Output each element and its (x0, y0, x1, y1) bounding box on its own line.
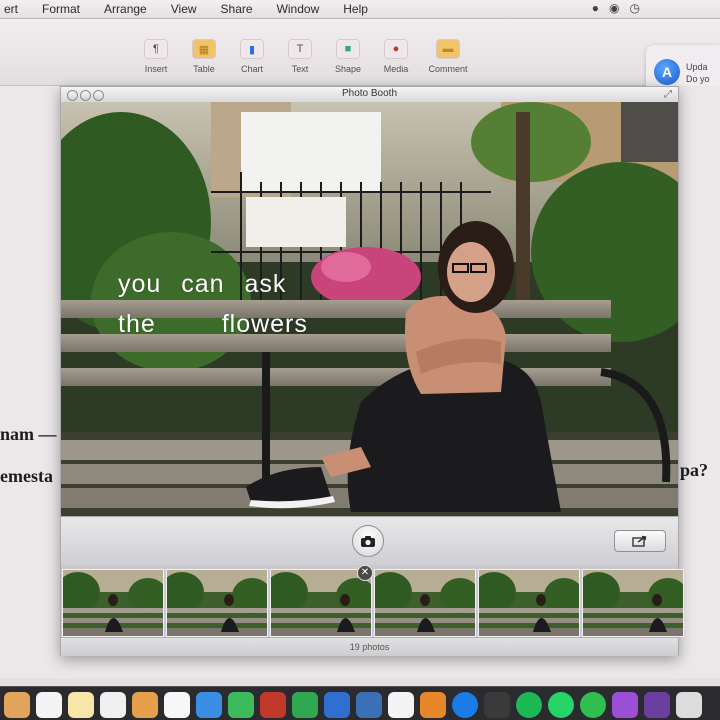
music-icon[interactable] (388, 692, 414, 718)
notification-body: Do yo (686, 74, 710, 84)
window-title: Photo Booth (341, 88, 398, 99)
books-icon[interactable] (420, 692, 446, 718)
media-button[interactable]: ● Media (374, 39, 418, 74)
reminders-icon[interactable] (100, 692, 126, 718)
window-titlebar[interactable]: Photo Booth ⤢ (61, 87, 678, 103)
menu-share[interactable]: Share (221, 2, 253, 16)
comment-button[interactable]: ▬ Comment (424, 39, 472, 74)
delete-photo-icon[interactable]: ✕ (357, 565, 373, 581)
share-button[interactable] (614, 530, 666, 552)
preview-icon[interactable] (4, 692, 30, 718)
chart-icon: ▮ (240, 39, 264, 59)
media-label: Media (383, 64, 409, 74)
pages-toolbar: ¶ Insert ▦ Table ▮ Chart T Text ■ Shape … (0, 19, 720, 101)
facetime-icon[interactable] (228, 692, 254, 718)
menubar-status-icon-3[interactable]: ◷ (630, 1, 640, 15)
text-label: Text (291, 64, 309, 74)
folder-icon[interactable] (676, 692, 702, 718)
photo-thumbnail[interactable] (62, 569, 164, 637)
fullscreen-icon[interactable]: ⤢ (664, 89, 672, 100)
notes-icon[interactable] (68, 692, 94, 718)
messages-icon[interactable] (580, 692, 606, 718)
shape-button[interactable]: ■ Shape (326, 39, 370, 74)
capture-controls (61, 516, 678, 565)
take-photo-button[interactable] (352, 525, 384, 557)
notification-text: Upda Do yo (686, 61, 710, 85)
photos-icon[interactable] (164, 692, 190, 718)
photo-count-status: 19 photos (61, 637, 678, 656)
desktop: ert Format Arrange View Share Window Hel… (0, 0, 720, 720)
share-icon (632, 535, 647, 547)
keynote-icon[interactable] (324, 692, 350, 718)
media-icon: ● (384, 39, 408, 59)
dock (0, 686, 720, 720)
preview-image-icon[interactable] (356, 692, 382, 718)
notification-title: Upda (686, 62, 708, 72)
numbers-icon[interactable] (292, 692, 318, 718)
document-text-fragment: pa? (680, 460, 709, 480)
shape-icon: ■ (336, 39, 360, 59)
app-store-icon[interactable] (452, 692, 478, 718)
chart-button[interactable]: ▮ Chart (230, 39, 274, 74)
camera-icon (361, 535, 375, 547)
pages-icon[interactable] (132, 692, 158, 718)
table-label: Table (193, 64, 215, 74)
menubar-status-icon-1[interactable]: ● (592, 1, 599, 15)
menu-bar: ert Format Arrange View Share Window Hel… (0, 0, 720, 19)
insert-icon: ¶ (144, 39, 168, 59)
menu-view[interactable]: View (171, 2, 197, 16)
shape-label: Shape (334, 64, 362, 74)
live-photo (61, 102, 678, 516)
photo-thumbnail[interactable] (166, 569, 268, 637)
insert-button[interactable]: ¶ Insert (134, 39, 178, 74)
photo-booth-window: Photo Booth ⤢ you can ask the flowers ✕ … (60, 86, 684, 656)
spotify-icon[interactable] (516, 692, 542, 718)
photo-thumbnail[interactable] (582, 569, 684, 637)
safari-icon[interactable] (196, 692, 222, 718)
menubar-status-icons: ● ◉ ◷ (592, 1, 640, 15)
text-icon: T (288, 39, 312, 59)
menubar-status-icon-2[interactable]: ◉ (609, 1, 619, 15)
photo-thumbnail[interactable] (374, 569, 476, 637)
photo-booth-icon[interactable] (260, 692, 286, 718)
text-button[interactable]: T Text (278, 39, 322, 74)
comment-icon: ▬ (436, 39, 460, 59)
camera-icon[interactable] (612, 692, 638, 718)
table-icon: ▦ (192, 39, 216, 59)
menu-help[interactable]: Help (343, 2, 368, 16)
insert-label: Insert (144, 64, 168, 74)
whatsapp-icon[interactable] (548, 692, 574, 718)
menu-insert[interactable]: ert (4, 2, 18, 16)
activity-monitor-icon[interactable] (484, 692, 510, 718)
photo-viewer: you can ask the flowers (61, 102, 678, 516)
thumbnail-strip: ✕ (61, 565, 684, 637)
calendar-icon[interactable] (36, 692, 62, 718)
app-store-icon: A (654, 59, 680, 85)
table-button[interactable]: ▦ Table (182, 39, 226, 74)
imovie-icon[interactable] (644, 692, 670, 718)
menu-window[interactable]: Window (277, 2, 320, 16)
overlay-caption-line2: the flowers (118, 310, 308, 338)
menu-arrange[interactable]: Arrange (104, 2, 147, 16)
document-text-fragment: emesta (0, 466, 53, 486)
document-text-fragment: nam — (0, 424, 57, 444)
photo-thumbnail[interactable] (478, 569, 580, 637)
chart-label: Chart (240, 64, 263, 74)
overlay-caption-line1: you can ask (118, 270, 287, 298)
photo-thumbnail[interactable] (270, 569, 372, 637)
menu-format[interactable]: Format (42, 2, 80, 16)
comment-label: Comment (428, 64, 468, 74)
